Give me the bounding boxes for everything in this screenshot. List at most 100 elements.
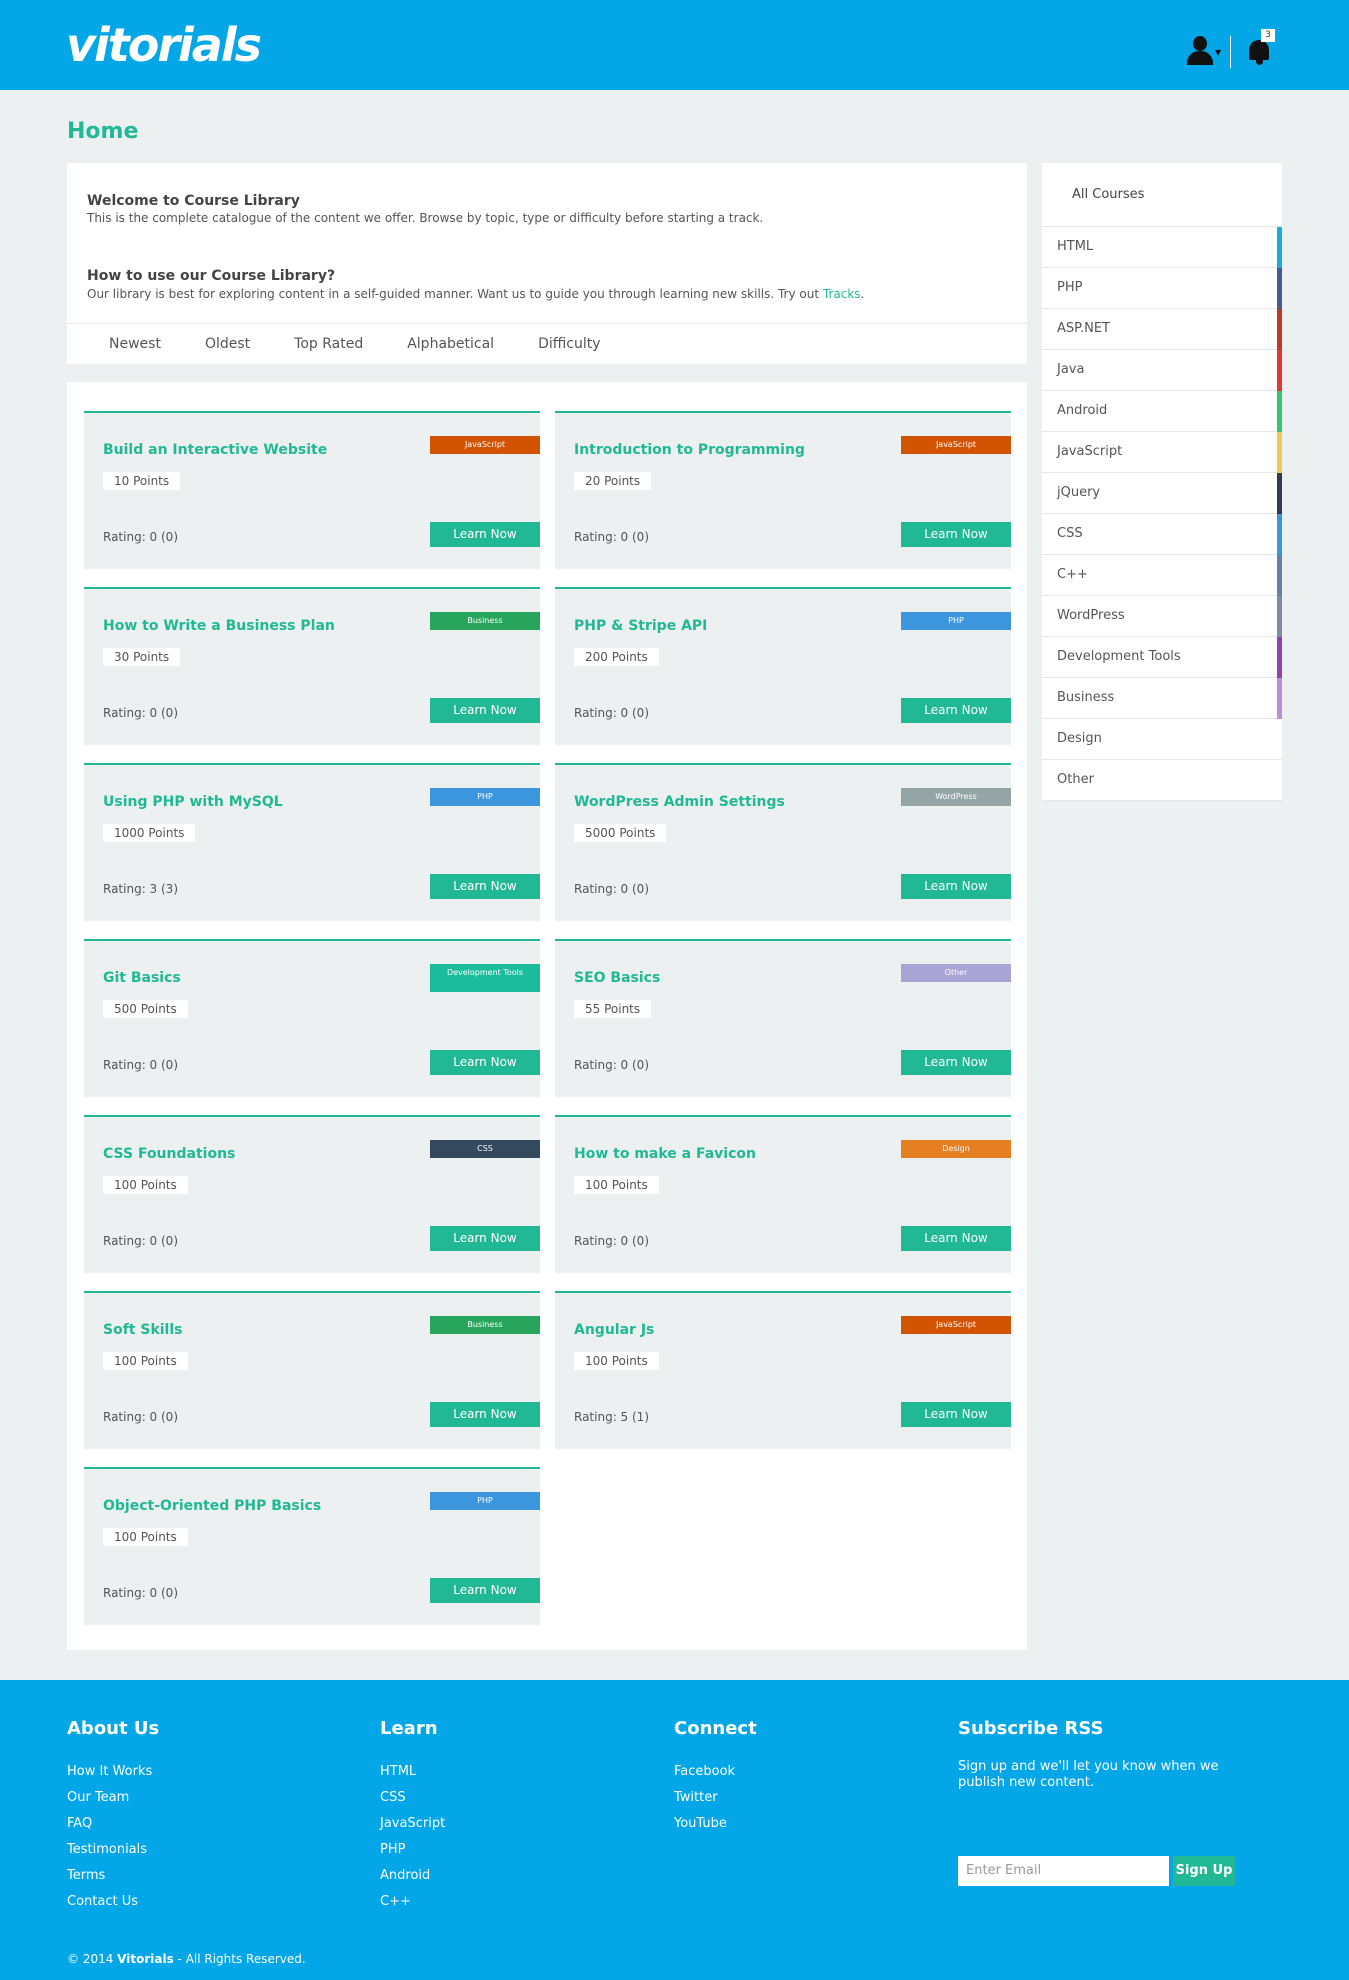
- site-logo[interactable]: vitorials: [66, 19, 262, 71]
- learn-now-button[interactable]: Learn Now: [901, 522, 1011, 547]
- course-title[interactable]: Using PHP with MySQL: [103, 794, 283, 810]
- tracks-link[interactable]: Tracks: [823, 287, 861, 301]
- footer-link[interactable]: Our Team: [67, 1785, 159, 1811]
- course-points: 55 Points: [574, 1000, 652, 1018]
- sidebar-item-design[interactable]: Design: [1042, 719, 1282, 760]
- learn-now-button[interactable]: Learn Now: [901, 1226, 1011, 1251]
- course-title[interactable]: Object-Oriented PHP Basics: [103, 1498, 321, 1514]
- learn-now-button[interactable]: Learn Now: [901, 874, 1011, 899]
- category-color-bar: [1277, 432, 1282, 473]
- tab-top-rated[interactable]: Top Rated: [272, 324, 385, 364]
- sidebar-item-css[interactable]: CSS: [1042, 514, 1282, 555]
- course-title[interactable]: Soft Skills: [103, 1322, 182, 1338]
- category-color-bar: [1277, 678, 1282, 719]
- course-category-tag[interactable]: Business: [430, 612, 540, 630]
- sidebar-item-html[interactable]: HTML: [1042, 227, 1282, 268]
- welcome-title: Welcome to Course Library: [87, 193, 300, 209]
- footer-subscribe-title: Subscribe RSS: [958, 1718, 1104, 1739]
- sidebar-item-label: ASP.NET: [1057, 321, 1110, 336]
- sidebar-item-javascript[interactable]: JavaScript: [1042, 432, 1282, 473]
- course-title[interactable]: Introduction to Programming: [574, 442, 805, 458]
- learn-now-button[interactable]: Learn Now: [901, 1050, 1011, 1075]
- course-category-tag[interactable]: Other: [901, 964, 1011, 982]
- learn-now-button[interactable]: Learn Now: [901, 1402, 1011, 1427]
- learn-now-button[interactable]: Learn Now: [430, 1578, 540, 1603]
- footer-link[interactable]: Testimonials: [67, 1837, 159, 1863]
- course-points: 100 Points: [574, 1352, 659, 1370]
- user-menu-icon[interactable]: ▼: [1186, 36, 1221, 68]
- course-title[interactable]: How to make a Favicon: [574, 1146, 756, 1162]
- sidebar-item-business[interactable]: Business: [1042, 678, 1282, 719]
- course-category-tag[interactable]: JavaScript: [901, 1316, 1011, 1334]
- sidebar-item-php[interactable]: PHP: [1042, 268, 1282, 309]
- sidebar-item-wordpress[interactable]: WordPress: [1042, 596, 1282, 637]
- course-title[interactable]: PHP & Stripe API: [574, 618, 707, 634]
- sidebar-item-label: Business: [1057, 690, 1115, 705]
- course-title[interactable]: Build an Interactive Website: [103, 442, 327, 458]
- footer-link[interactable]: FAQ: [67, 1811, 159, 1837]
- learn-now-button[interactable]: Learn Now: [901, 698, 1011, 723]
- tab-alphabetical[interactable]: Alphabetical: [385, 324, 516, 364]
- course-rating: Rating: 0 (0): [574, 1058, 649, 1072]
- tab-newest[interactable]: Newest: [87, 324, 183, 364]
- sidebar-item-label: Other: [1057, 772, 1094, 787]
- course-title[interactable]: WordPress Admin Settings: [574, 794, 785, 810]
- twitter-link[interactable]: Twitter: [674, 1785, 757, 1811]
- course-category-tag[interactable]: Business: [430, 1316, 540, 1334]
- youtube-link[interactable]: YouTube: [674, 1811, 757, 1837]
- course-points: 100 Points: [103, 1528, 188, 1546]
- learn-now-button[interactable]: Learn Now: [430, 1402, 540, 1427]
- footer-connect: Connect Facebook Twitter YouTube: [674, 1718, 757, 1837]
- sidebar-item-other[interactable]: Other: [1042, 760, 1282, 801]
- sidebar-item-jquery[interactable]: jQuery: [1042, 473, 1282, 514]
- course-category-tag[interactable]: Design: [901, 1140, 1011, 1158]
- course-category-tag[interactable]: PHP: [430, 788, 540, 806]
- course-category-tag[interactable]: PHP: [430, 1492, 540, 1510]
- footer-link[interactable]: JavaScript: [380, 1811, 445, 1837]
- course-category-tag[interactable]: JavaScript: [901, 436, 1011, 454]
- course-title[interactable]: Angular Js: [574, 1322, 654, 1338]
- learn-now-button[interactable]: Learn Now: [430, 874, 540, 899]
- sidebar-item-all-courses[interactable]: All Courses: [1042, 163, 1282, 227]
- tab-difficulty[interactable]: Difficulty: [516, 324, 622, 364]
- learn-now-button[interactable]: Learn Now: [430, 1050, 540, 1075]
- course-category-tag[interactable]: CSS: [430, 1140, 540, 1158]
- sidebar-item-development-tools[interactable]: Development Tools: [1042, 637, 1282, 678]
- course-title[interactable]: Git Basics: [103, 970, 181, 986]
- course-rating: Rating: 3 (3): [103, 882, 178, 896]
- learn-now-button[interactable]: Learn Now: [430, 1226, 540, 1251]
- course-title[interactable]: How to Write a Business Plan: [103, 618, 335, 634]
- footer-link[interactable]: PHP: [380, 1837, 445, 1863]
- course-category-tag[interactable]: WordPress: [901, 788, 1011, 806]
- course-title[interactable]: CSS Foundations: [103, 1146, 235, 1162]
- email-input[interactable]: Enter Email: [958, 1856, 1169, 1886]
- footer-link[interactable]: Terms: [67, 1863, 159, 1889]
- howto-title: How to use our Course Library?: [87, 268, 336, 284]
- course-rating: Rating: 0 (0): [103, 706, 178, 720]
- sidebar-item-android[interactable]: Android: [1042, 391, 1282, 432]
- sidebar-item-label: Android: [1057, 403, 1108, 418]
- footer-link[interactable]: CSS: [380, 1785, 445, 1811]
- learn-now-button[interactable]: Learn Now: [430, 698, 540, 723]
- sidebar-item-label: Java: [1057, 362, 1085, 377]
- footer-link[interactable]: Android: [380, 1863, 445, 1889]
- sidebar-item-label: PHP: [1057, 280, 1083, 295]
- facebook-link[interactable]: Facebook: [674, 1759, 757, 1785]
- tab-oldest[interactable]: Oldest: [183, 324, 272, 364]
- course-category-tag[interactable]: PHP: [901, 612, 1011, 630]
- footer-link[interactable]: C++: [380, 1889, 445, 1915]
- course-card: Introduction to Programming 20 Points Rati…: [555, 411, 1011, 569]
- sign-up-button[interactable]: Sign Up: [1173, 1856, 1235, 1886]
- learn-now-button[interactable]: Learn Now: [430, 522, 540, 547]
- footer-link[interactable]: HTML: [380, 1759, 445, 1785]
- footer-link[interactable]: Contact Us: [67, 1889, 159, 1915]
- sidebar-item-c-[interactable]: C++: [1042, 555, 1282, 596]
- course-points: 100 Points: [103, 1176, 188, 1194]
- footer-link[interactable]: How It Works: [67, 1759, 159, 1785]
- course-title[interactable]: SEO Basics: [574, 970, 660, 986]
- sidebar-item-java[interactable]: Java: [1042, 350, 1282, 391]
- sidebar-item-asp-net[interactable]: ASP.NET: [1042, 309, 1282, 350]
- course-points: 100 Points: [103, 1352, 188, 1370]
- course-category-tag[interactable]: Development Tools: [430, 964, 540, 992]
- course-category-tag[interactable]: JavaScript: [430, 436, 540, 454]
